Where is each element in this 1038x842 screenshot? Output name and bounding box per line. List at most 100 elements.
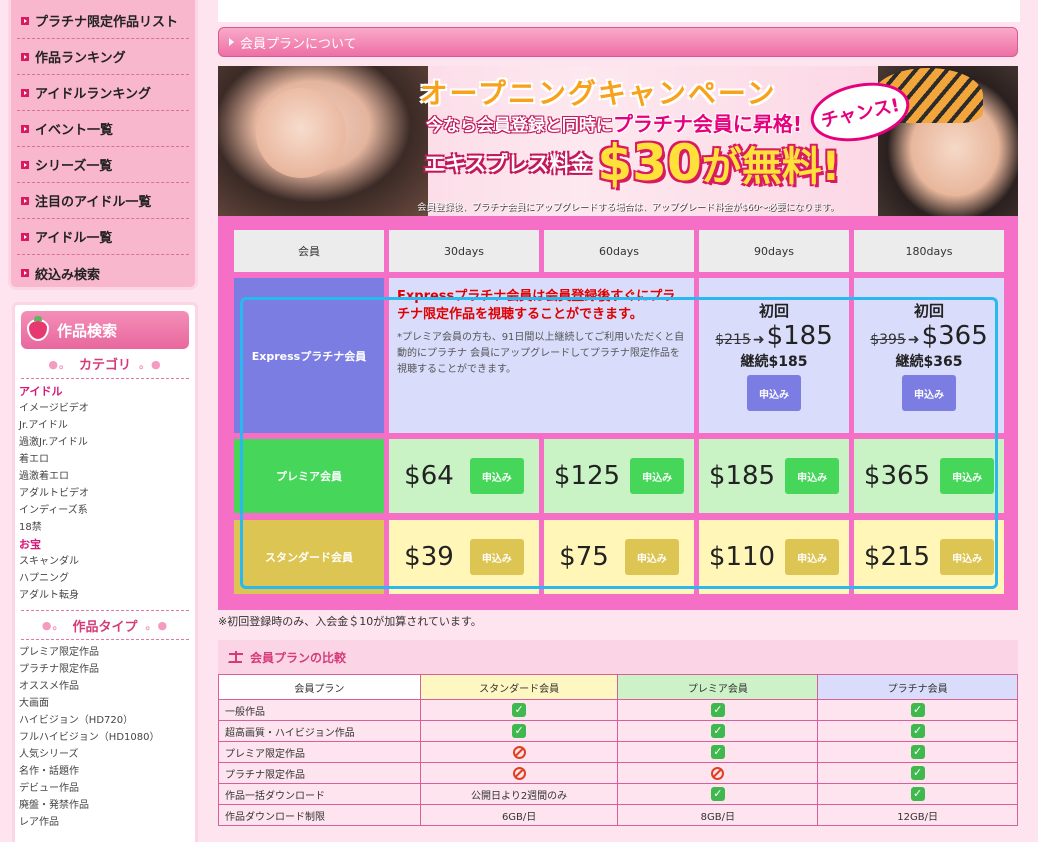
arrow-bullet-icon <box>21 160 29 169</box>
header-180days: 180days <box>854 230 1004 272</box>
type-link[interactable]: オススメ作品 <box>19 678 191 695</box>
prohibited-cell <box>617 762 819 784</box>
check-cell: ✓ <box>617 741 819 763</box>
col-header-standard: スタンダード会員 <box>419 674 619 700</box>
price: $64 <box>404 461 454 491</box>
campaign-banner[interactable]: オープニングキャンペーン 今なら会員登録と同時にプラチナ会員に昇格! エキスプレ… <box>218 66 1018 216</box>
apply-button-premier-90days[interactable]: 申込み <box>785 458 840 494</box>
row-label: 作品一括ダウンロード <box>218 783 421 805</box>
comparison-title-bar: 会員プランの比較 <box>218 640 1018 674</box>
promo-free: が無料! <box>701 144 840 190</box>
category-heading: ●。 カテゴリ 。● <box>21 349 189 379</box>
sidebar-item-events[interactable]: イベント一覧 <box>17 111 189 147</box>
category-link[interactable]: 18禁 <box>19 519 191 536</box>
apply-button-standard-180days[interactable]: 申込み <box>940 539 995 575</box>
sidebar-item-series[interactable]: シリーズ一覧 <box>17 147 189 183</box>
first-time-label: 初回 <box>913 302 944 320</box>
apply-button-standard-30days[interactable]: 申込み <box>469 539 524 575</box>
category-link[interactable]: イメージビデオ <box>19 400 191 417</box>
check-icon: ✓ <box>512 724 527 738</box>
apply-button-premier-180days[interactable]: 申込み <box>940 458 995 494</box>
check-icon: ✓ <box>910 787 925 801</box>
category-link[interactable]: 着エロ <box>19 451 191 468</box>
category-link[interactable]: 過激着エロ <box>19 468 191 485</box>
category-link[interactable]: スキャンダル <box>19 553 191 570</box>
check-cell: ✓ <box>617 720 819 742</box>
price: $215 <box>863 542 931 572</box>
col-header-plan: 会員プラン <box>218 674 421 700</box>
category-link[interactable]: インディーズ系 <box>19 502 191 519</box>
sidebar-item-platinum-list[interactable]: プラチナ限定作品リスト <box>17 3 189 39</box>
category-link[interactable]: ハプニング <box>19 570 191 587</box>
type-link[interactable]: レア作品 <box>19 814 191 831</box>
type-link[interactable]: フルハイビジョン（HD1080） <box>19 729 191 746</box>
apply-button-standard-90days[interactable]: 申込み <box>785 539 840 575</box>
value-cell: 公開日より2週間のみ <box>419 783 619 805</box>
apply-button-premier-60days[interactable]: 申込み <box>630 458 685 494</box>
apply-button-express-180days[interactable]: 申込み <box>902 375 956 411</box>
premier-60days-cell: $125 申込み <box>544 439 694 513</box>
apply-button-standard-60days[interactable]: 申込み <box>624 539 679 575</box>
value-cell: 12GB/日 <box>817 804 1018 826</box>
check-icon: ✓ <box>910 724 925 738</box>
category-link[interactable]: アダルトビデオ <box>19 485 191 502</box>
category-link[interactable]: アイドル <box>19 383 191 400</box>
category-link[interactable]: Jr.アイドル <box>19 417 191 434</box>
check-icon: ✓ <box>710 724 725 738</box>
sidebar-item-refine-search[interactable]: 絞込み検索 <box>17 255 189 291</box>
check-cell: ✓ <box>817 741 1018 763</box>
row-label: 一般作品 <box>218 699 421 721</box>
type-link[interactable]: 廃盤・発禁作品 <box>19 797 191 814</box>
express-platinum-label: Expressプラチナ会員 <box>234 278 384 433</box>
col-header-platinum: プラチナ会員 <box>817 674 1018 700</box>
check-icon: ✓ <box>910 766 925 780</box>
section-title: 会員プランについて <box>240 36 357 52</box>
express-description-note: *プレミア会員の方も、91日間以上継続してご利用いただくと自動的にプラチナ 会員… <box>397 332 685 375</box>
sidebar-item-work-ranking[interactable]: 作品ランキング <box>17 39 189 75</box>
promo-line-1a: 今なら会員登録と同時に <box>425 116 613 136</box>
top-strip <box>218 0 1020 22</box>
promo-price: $30 <box>597 134 702 192</box>
category-link[interactable]: 過激Jr.アイドル <box>19 434 191 451</box>
premier-180days-cell: $365 申込み <box>854 439 1004 513</box>
check-cell: ✓ <box>419 720 619 742</box>
new-price: $365 <box>921 321 988 351</box>
arrow-bullet-icon <box>21 269 29 277</box>
sidebar-item-label: シリーズ一覧 <box>35 159 113 174</box>
type-link[interactable]: 名作・話題作 <box>19 763 191 780</box>
sidebar-item-label: アイドル一覧 <box>35 231 113 246</box>
price: $125 <box>553 461 621 491</box>
type-link[interactable]: プレミア限定作品 <box>19 644 191 661</box>
sidebar-item-featured-idols[interactable]: 注目のアイドル一覧 <box>17 183 189 219</box>
plan-price-grid: 会員 30days 60days 90days 180days Expressプ… <box>218 216 1018 610</box>
table-row: 一般作品 ✓ ✓ ✓ <box>218 699 1018 721</box>
standard-member-label: スタンダード会員 <box>234 520 384 594</box>
comparison-title: 会員プランの比較 <box>250 650 347 665</box>
sidebar-item-label: プラチナ限定作品リスト <box>35 15 179 30</box>
type-link[interactable]: 人気シリーズ <box>19 746 191 763</box>
check-icon: ✓ <box>910 745 925 759</box>
type-link[interactable]: 大画面 <box>19 695 191 712</box>
standard-90days-cell: $110 申込み <box>699 520 849 594</box>
arrow-bullet-icon <box>21 124 29 133</box>
check-cell: ✓ <box>817 720 1018 742</box>
banner-note: 会員登録後、プラチナ会員にアップグレードする場合は、アップグレード料金が$60～… <box>417 203 839 213</box>
sidebar-item-idol-ranking[interactable]: アイドルランキング <box>17 75 189 111</box>
row-label: 作品ダウンロード制限 <box>218 804 421 826</box>
type-link[interactable]: ハイビジョン（HD720） <box>19 712 191 729</box>
model-photo-left <box>218 66 428 216</box>
continuation-price: 継続$185 <box>740 354 808 370</box>
apply-button-express-90days[interactable]: 申込み <box>747 375 801 411</box>
sidebar-item-label: イベント一覧 <box>35 123 114 138</box>
premier-30days-cell: $64 申込み <box>389 439 539 513</box>
col-header-premier: プレミア会員 <box>617 674 819 700</box>
category-link[interactable]: アダルト転身 <box>19 587 191 604</box>
apply-button-premier-30days[interactable]: 申込み <box>469 458 524 494</box>
category-link[interactable]: お宝 <box>19 536 191 553</box>
type-link[interactable]: デビュー作品 <box>19 780 191 797</box>
sidebar-item-idol-list[interactable]: アイドル一覧 <box>17 219 189 255</box>
type-link[interactable]: プラチナ限定作品 <box>19 661 191 678</box>
express-price-180days: 初回 $395 ➜ $365 継続$365 申込み <box>854 278 1004 433</box>
check-icon: ✓ <box>910 703 925 717</box>
sidebar-item-label: 注目のアイドル一覧 <box>35 195 152 210</box>
